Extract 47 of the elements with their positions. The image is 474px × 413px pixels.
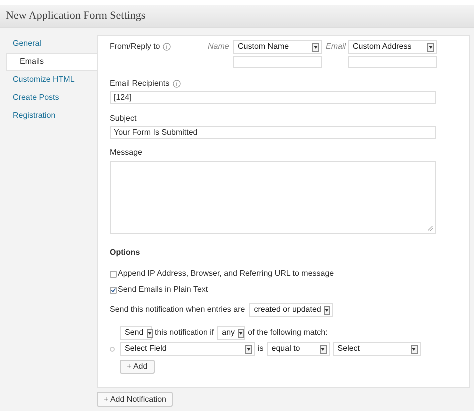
checkbox-label: Send Emails in Plain Text — [118, 285, 208, 295]
page-title: New Application Form Settings — [6, 11, 146, 21]
trigger-label: Send this notification when entries are — [110, 305, 246, 315]
sidebar-tab[interactable]: Customize HTML — [0, 71, 97, 89]
trigger-select[interactable]: created or updated — [249, 303, 334, 317]
field-label: Message — [110, 148, 144, 158]
operator-text: is — [258, 344, 264, 354]
recipients-input[interactable]: [124] — [110, 91, 436, 104]
sidebar-tab[interactable]: Create Posts — [0, 89, 97, 107]
field-label: Name — [208, 41, 230, 53]
field-label: Email Recipients — [110, 79, 170, 89]
caret-icon — [312, 42, 319, 52]
condition-text: of the following match: — [248, 328, 328, 338]
add-notification-button[interactable]: + Add Notification — [97, 392, 174, 407]
sidebar-tab[interactable]: Registration — [0, 107, 97, 125]
field-select[interactable]: Select Field — [120, 342, 255, 356]
caret-icon — [245, 344, 252, 354]
field-label: From/Reply to — [110, 42, 160, 52]
sidebar-tab[interactable]: Emails — [6, 53, 97, 71]
checkbox-label: Append IP Address, Browser, and Referring URL to message — [118, 269, 334, 279]
name-select[interactable]: Custom Name — [233, 40, 322, 54]
subject-input[interactable]: Your Form Is Submitted — [110, 126, 436, 139]
value-select[interactable]: Select — [332, 342, 421, 356]
name-input[interactable] — [233, 56, 322, 68]
action-select[interactable]: Send — [120, 326, 152, 340]
match-select[interactable]: any — [217, 326, 246, 340]
caret-icon — [320, 344, 327, 354]
message-textarea[interactable] — [110, 161, 436, 234]
operator-select[interactable]: equal to — [266, 342, 330, 356]
checkbox[interactable] — [110, 270, 117, 278]
info-icon — [163, 43, 172, 51]
add-condition-button[interactable]: + Add — [120, 360, 155, 374]
caret-icon — [410, 344, 418, 354]
sidebar-tab[interactable]: General — [0, 35, 97, 53]
caret-icon — [238, 328, 244, 338]
email-input[interactable] — [348, 56, 437, 68]
resize-handle-icon — [428, 226, 433, 231]
caret-icon — [427, 42, 434, 52]
email-select[interactable]: Custom Address — [348, 40, 437, 54]
caret-icon — [324, 306, 330, 314]
info-icon — [172, 80, 181, 88]
section-heading: Options — [110, 248, 142, 258]
field-label: Subject — [110, 114, 138, 124]
caret-icon — [146, 328, 153, 338]
field-label: Email — [325, 41, 348, 53]
condition-text: this notification if — [155, 328, 214, 338]
checkbox[interactable] — [110, 286, 117, 294]
